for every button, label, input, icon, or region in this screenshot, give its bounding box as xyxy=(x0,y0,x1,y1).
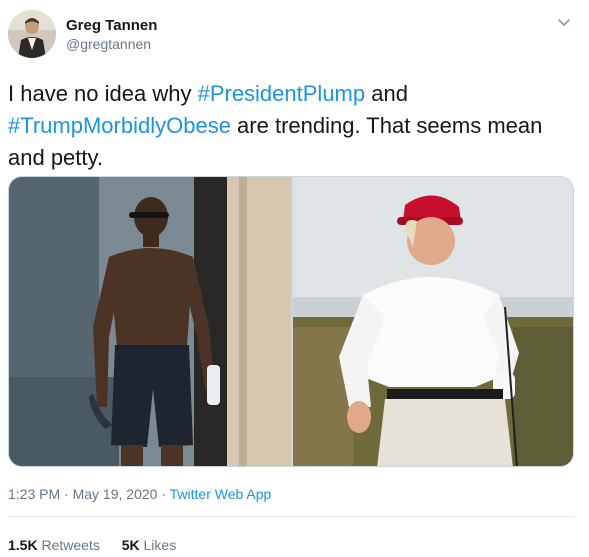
tweet-date[interactable]: May 19, 2020 xyxy=(73,486,158,502)
chevron-down-icon[interactable] xyxy=(556,14,572,30)
media-photo-right[interactable] xyxy=(293,177,573,466)
hashtag-link[interactable]: #PresidentPlump xyxy=(198,81,366,106)
author-names: Greg Tannen @gregtannen xyxy=(66,16,157,53)
hashtag-link[interactable]: #TrumpMorbidlyObese xyxy=(8,113,231,138)
tweet-header: Greg Tannen @gregtannen xyxy=(8,10,578,62)
tweet-time[interactable]: 1:23 PM xyxy=(8,486,60,502)
likes-label: Likes xyxy=(143,537,177,553)
meta-separator: · xyxy=(157,486,170,502)
avatar[interactable] xyxy=(8,10,56,58)
tweet-meta: 1:23 PM · May 19, 2020 · Twitter Web App xyxy=(8,485,271,503)
divider xyxy=(8,516,574,517)
source-app-link[interactable]: Twitter Web App xyxy=(170,486,272,502)
media-photo-left[interactable] xyxy=(9,177,291,466)
tweet-text-part: and xyxy=(365,81,408,106)
author-handle[interactable]: @gregtannen xyxy=(66,35,157,53)
tweet-media xyxy=(8,176,574,467)
retweets-stat[interactable]: 1.5K Retweets xyxy=(8,536,100,554)
tweet-card: Greg Tannen @gregtannen I have no idea w… xyxy=(0,0,589,557)
retweets-count: 1.5K xyxy=(8,537,38,553)
likes-count: 5K xyxy=(121,537,140,553)
author-display-name[interactable]: Greg Tannen xyxy=(66,16,157,35)
tweet-stats: 1.5K Retweets 5K Likes xyxy=(8,536,194,554)
retweets-label: Retweets xyxy=(41,537,100,553)
tweet-text-part: I have no idea why xyxy=(8,81,198,106)
likes-stat[interactable]: 5K Likes xyxy=(122,536,176,554)
meta-separator: · xyxy=(60,486,73,502)
tweet-text: I have no idea why #PresidentPlump and #… xyxy=(8,78,578,174)
